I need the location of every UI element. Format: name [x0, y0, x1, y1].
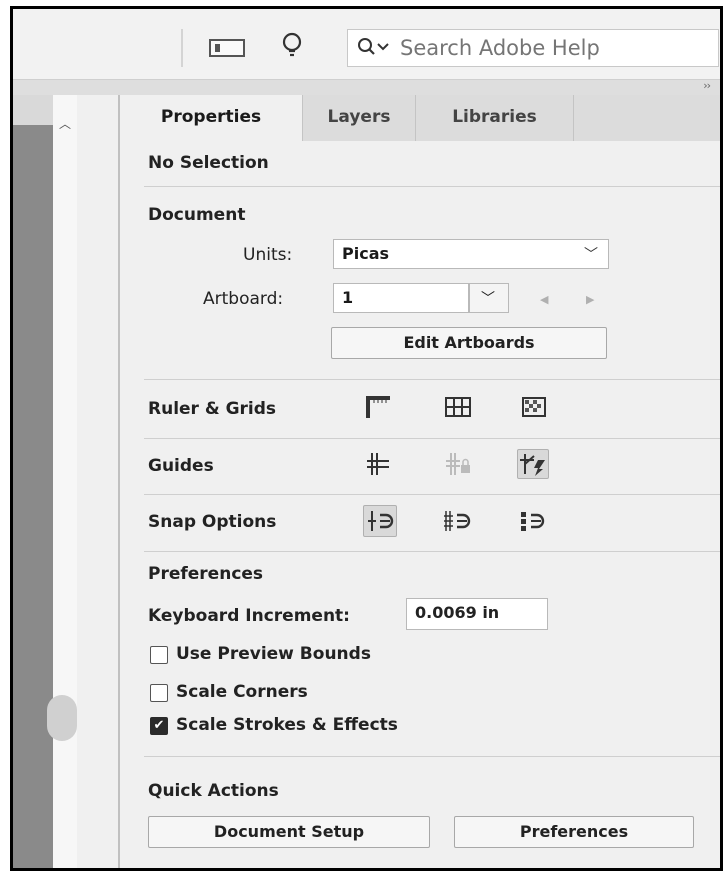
section-divider — [144, 438, 720, 439]
keyboard-increment-input[interactable] — [415, 603, 535, 622]
section-divider — [144, 756, 720, 757]
search-input[interactable] — [400, 34, 710, 62]
app-window: ›› ︿ Properties Layers Libraries No Sele… — [10, 6, 723, 871]
section-divider — [144, 494, 720, 495]
use-preview-bounds-checkbox[interactable] — [150, 646, 168, 664]
toolbar-separator — [181, 29, 183, 67]
previous-artboard-icon[interactable]: ◀ — [540, 293, 548, 306]
panel-tabs: Properties Layers Libraries — [120, 95, 720, 141]
properties-panel: No Selection Document Units: Picas ﹀ Art… — [120, 141, 720, 868]
scale-strokes-label: Scale Strokes & Effects — [176, 715, 398, 735]
artboard-value: 1 — [342, 288, 354, 307]
snap-options-label: Snap Options — [148, 512, 277, 532]
next-artboard-icon[interactable]: ▶ — [586, 293, 594, 306]
checkmark-icon: ✔ — [153, 718, 165, 733]
rulers-icon[interactable] — [364, 393, 392, 421]
document-heading: Document — [148, 205, 246, 225]
units-value: Picas — [342, 244, 390, 263]
scrollbar-thumb[interactable] — [47, 695, 77, 741]
chevron-down-icon: ﹀ — [584, 247, 598, 263]
quick-actions-heading: Quick Actions — [148, 781, 279, 801]
search-icon[interactable] — [356, 36, 394, 65]
snap-to-point-icon[interactable] — [363, 505, 397, 537]
show-guides-icon[interactable] — [364, 450, 392, 478]
artboard-dropdown[interactable]: ﹀ — [469, 283, 509, 313]
scrollbar[interactable]: ︿ — [47, 95, 77, 868]
grid-icon[interactable] — [444, 393, 472, 421]
scale-corners-label: Scale Corners — [176, 682, 308, 702]
lightbulb-icon[interactable] — [279, 31, 305, 61]
search-box[interactable] — [347, 29, 719, 67]
transparency-grid-icon[interactable] — [520, 393, 548, 421]
preferences-heading: Preferences — [148, 564, 264, 584]
artboard-label: Artboard: — [203, 289, 284, 309]
snap-to-grid-icon[interactable] — [442, 507, 474, 535]
tab-properties[interactable]: Properties — [120, 95, 303, 141]
artboard-input[interactable]: 1 — [333, 283, 469, 313]
use-preview-bounds-label: Use Preview Bounds — [176, 644, 371, 664]
left-dock-bar — [13, 125, 53, 868]
preferences-button[interactable]: Preferences — [454, 816, 694, 848]
units-label: Units: — [243, 245, 293, 265]
keyboard-increment-field[interactable] — [406, 598, 548, 630]
chevron-down-icon: ﹀ — [481, 291, 495, 307]
workspace-layout-icon[interactable] — [209, 39, 245, 57]
left-dock-top — [13, 95, 53, 125]
scale-strokes-checkbox[interactable]: ✔ — [150, 717, 168, 735]
section-divider — [144, 186, 720, 187]
selection-status: No Selection — [148, 153, 269, 173]
document-setup-button[interactable]: Document Setup — [148, 816, 430, 848]
tab-layers[interactable]: Layers — [303, 95, 416, 141]
keyboard-increment-label: Keyboard Increment: — [148, 606, 350, 626]
snap-to-pixel-icon[interactable] — [518, 507, 550, 535]
section-divider — [144, 379, 720, 380]
section-divider — [144, 551, 720, 552]
tab-libraries[interactable]: Libraries — [416, 95, 574, 141]
scroll-up-icon[interactable]: ︿ — [59, 115, 71, 132]
scale-corners-checkbox[interactable] — [150, 684, 168, 702]
app-bar — [13, 9, 720, 79]
collapse-panels-icon[interactable]: ›› — [703, 79, 711, 92]
smart-guides-icon[interactable] — [517, 449, 549, 479]
units-select[interactable]: Picas ﹀ — [333, 239, 609, 269]
ruler-grids-label: Ruler & Grids — [148, 399, 277, 419]
lock-guides-icon[interactable] — [444, 450, 472, 478]
edit-artboards-button[interactable]: Edit Artboards — [331, 327, 607, 359]
guides-label: Guides — [148, 456, 214, 476]
panel-header-strip: ›› — [13, 79, 720, 95]
